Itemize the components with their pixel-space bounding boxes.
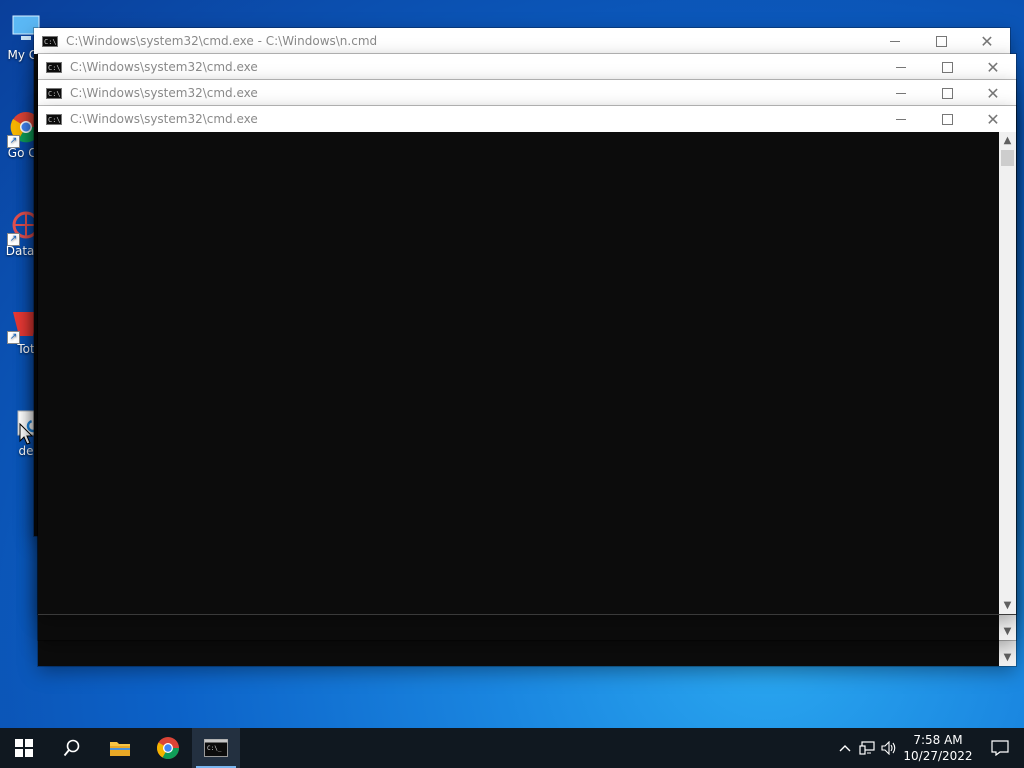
taskbar-chrome[interactable] [144,728,192,768]
volume-icon[interactable] [878,728,900,768]
start-button[interactable] [0,728,48,768]
show-hidden-icons-chevron-icon[interactable] [834,728,856,768]
titlebar[interactable]: C:\ C:\Windows\system32\cmd.exe ✕ [38,54,1016,80]
titlebar[interactable]: C:\ C:\Windows\system32\cmd.exe ✕ [38,106,1016,132]
maximize-button[interactable] [924,54,970,80]
svg-text:C:\_: C:\_ [207,745,222,752]
shortcut-arrow-icon: ↗ [7,331,20,344]
search-icon [63,739,80,757]
close-button[interactable]: ✕ [970,54,1016,80]
folder-icon [110,742,130,756]
cmd-icon: C:\ [46,61,62,73]
clock-date: 10/27/2022 [903,749,973,763]
maximize-button[interactable] [918,28,964,54]
windows-logo-icon [15,739,33,757]
console-area[interactable]: ▲ ▼ [38,132,1016,615]
window-title: C:\Windows\system32\cmd.exe [70,86,258,100]
cmd-icon: C:\ [42,35,58,47]
minimize-button[interactable] [878,106,924,132]
scroll-down-icon[interactable]: ▼ [999,623,1016,640]
scroll-down-icon[interactable]: ▼ [999,649,1016,666]
chrome-icon [157,737,179,759]
clock[interactable]: 7:58 AM 10/27/2022 [900,732,976,764]
taskbar: C:\_ 7:58 AM 10/27/2022 [0,728,1024,768]
close-button[interactable]: ✕ [970,106,1016,132]
vertical-scrollbar[interactable]: ▲ ▼ [999,132,1016,614]
minimize-button[interactable] [878,80,924,106]
action-center-button[interactable] [976,728,1024,768]
titlebar[interactable]: C:\ C:\Windows\system32\cmd.exe ✕ [38,80,1016,106]
scroll-up-icon[interactable]: ▲ [999,132,1016,149]
notification-icon [991,740,1009,756]
maximize-button[interactable] [924,80,970,106]
cmd-icon: C:\ [46,87,62,99]
scroll-thumb[interactable] [1001,150,1014,166]
shortcut-arrow-icon: ↗ [7,135,20,148]
cmd-window-active[interactable]: C:\ C:\Windows\system32\cmd.exe ✕ ▲ ▼ [38,106,1016,615]
minimize-button[interactable] [878,54,924,80]
window-title: C:\Windows\system32\cmd.exe - C:\Windows… [66,34,378,48]
clock-time: 7:58 AM [913,733,963,747]
titlebar[interactable]: C:\ C:\Windows\system32\cmd.exe - C:\Win… [34,28,1010,54]
close-button[interactable]: ✕ [964,28,1010,54]
shortcut-arrow-icon: ↗ [7,233,20,246]
cmd-icon: C:\ [46,113,62,125]
window-title: C:\Windows\system32\cmd.exe [70,60,258,74]
network-icon[interactable] [856,728,878,768]
cmd-icon: C:\_ [204,739,228,757]
taskbar-cmd[interactable]: C:\_ [192,728,240,768]
desktop: My Co ↗ Go Ch ↗ DataW ↗ Tot de C:\ C:\Wi… [0,0,1024,728]
window-title: C:\Windows\system32\cmd.exe [70,112,258,126]
taskbar-file-explorer[interactable] [96,728,144,768]
scroll-down-icon[interactable]: ▼ [999,597,1016,614]
search-button[interactable] [48,728,96,768]
close-button[interactable]: ✕ [970,80,1016,106]
maximize-button[interactable] [924,106,970,132]
minimize-button[interactable] [872,28,918,54]
system-tray: 7:58 AM 10/27/2022 [834,728,1024,768]
